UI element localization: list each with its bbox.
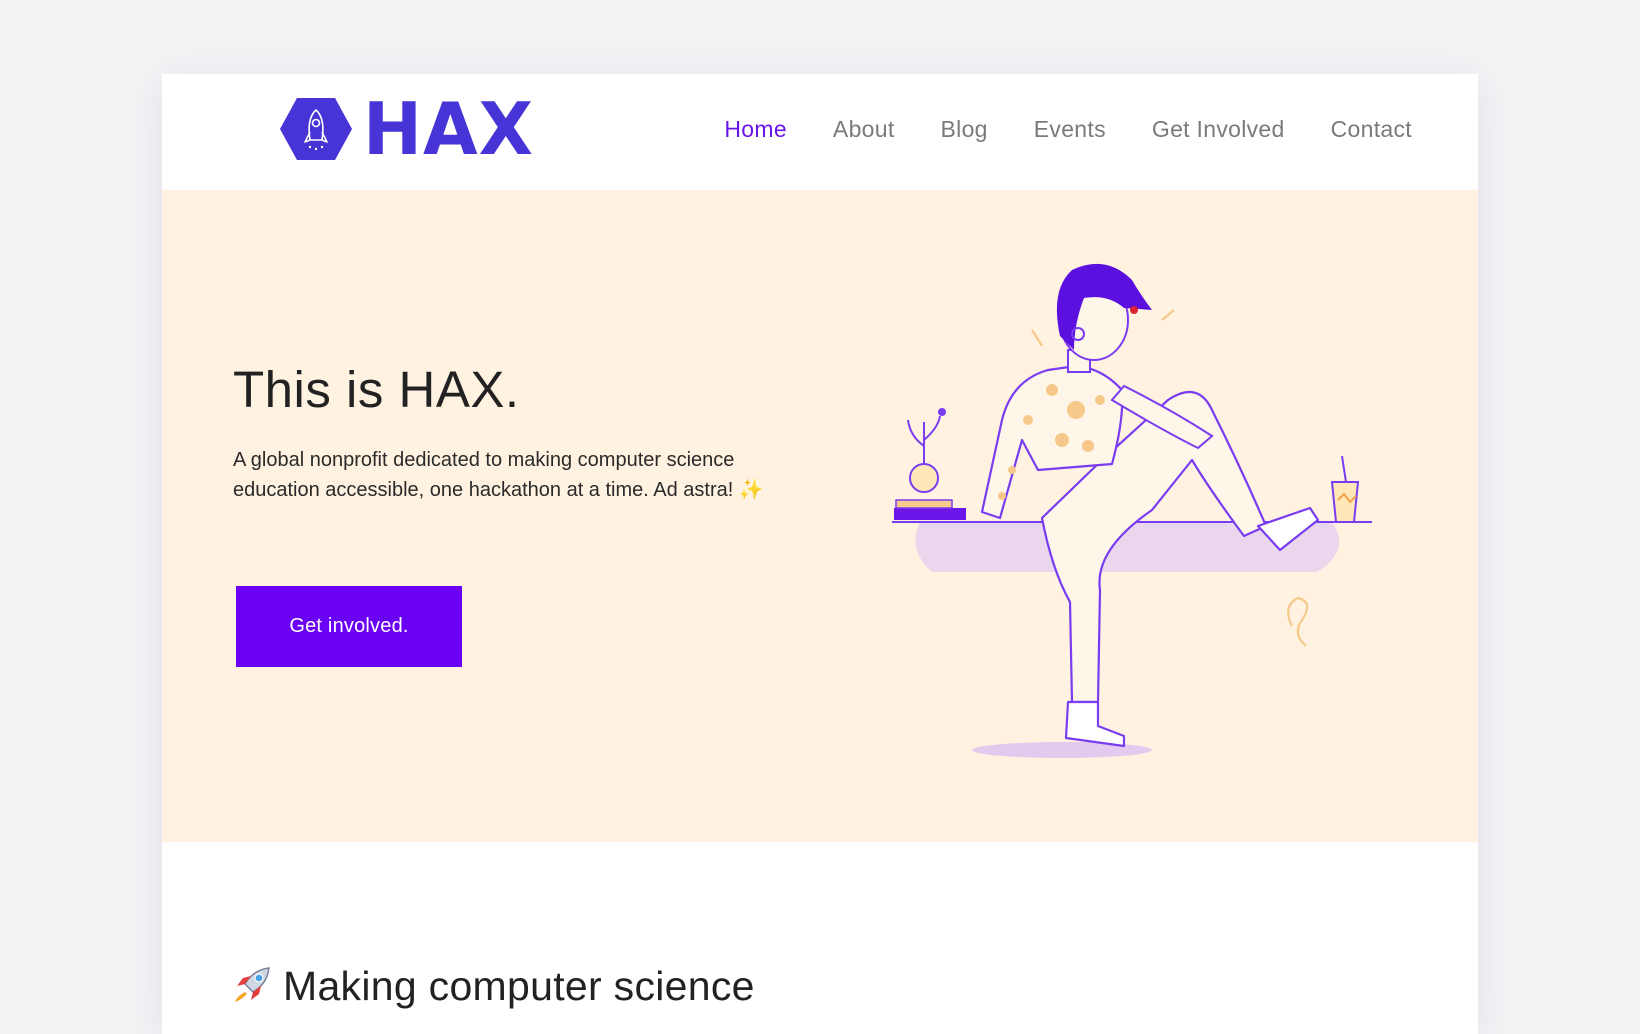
- logo-wordmark: HAX: [363, 87, 535, 171]
- nav-item-blog[interactable]: Blog: [941, 114, 988, 144]
- rocket-hexagon-logo-icon: [280, 98, 352, 160]
- site-header: HAX Home About Blog Events Get Involved …: [162, 74, 1478, 190]
- section-title-text: Making computer science: [283, 963, 755, 1009]
- nav-item-about[interactable]: About: [833, 114, 895, 144]
- hero-description: A global nonprofit dedicated to making c…: [233, 445, 813, 505]
- nav-item-events[interactable]: Events: [1034, 114, 1106, 144]
- rocket-icon: [235, 967, 270, 1002]
- hero-description-text: A global nonprofit dedicated to making c…: [233, 449, 735, 501]
- section-title: Making computer science: [231, 962, 755, 1010]
- logo-link[interactable]: HAX: [279, 87, 538, 171]
- hero-title: This is HAX.: [233, 361, 520, 418]
- main-nav: Home About Blog Events Get Involved Cont…: [724, 114, 1412, 144]
- nav-item-get-involved[interactable]: Get Involved: [1152, 114, 1285, 144]
- sparkle-icon: ✨: [738, 479, 764, 501]
- nav-item-contact[interactable]: Contact: [1331, 114, 1412, 144]
- woman-sitting-illustration-icon: [892, 263, 1372, 758]
- hero-section: This is HAX. A global nonprofit dedicate…: [162, 190, 1478, 842]
- get-involved-button[interactable]: Get involved.: [236, 586, 462, 667]
- nav-item-home[interactable]: Home: [724, 114, 787, 144]
- page: HAX Home About Blog Events Get Involved …: [162, 74, 1478, 1034]
